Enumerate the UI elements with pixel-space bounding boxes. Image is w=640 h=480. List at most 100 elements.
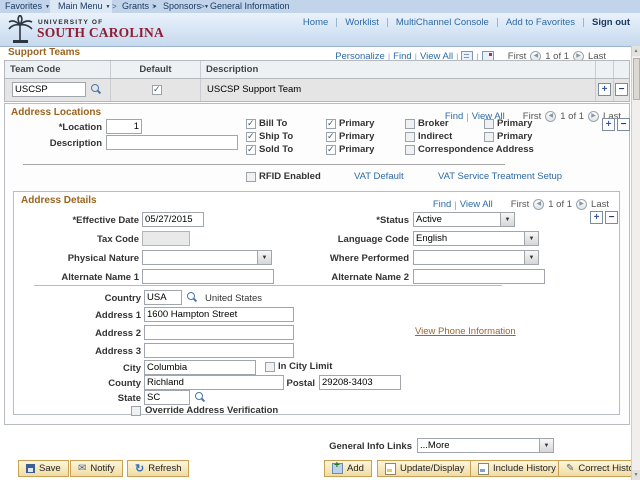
add-location-button[interactable]: + <box>602 118 615 131</box>
bill-primary-checkbox[interactable] <box>326 119 336 129</box>
vat-service-treatment-setup-link[interactable]: VAT Service Treatment Setup <box>438 171 562 182</box>
address2-input[interactable] <box>144 325 294 340</box>
save-label: Save <box>39 463 61 474</box>
view-phone-information-link[interactable]: View Phone Information <box>415 326 516 337</box>
indirect-checkbox[interactable] <box>405 132 415 142</box>
save-button[interactable]: Save <box>18 460 69 477</box>
address-details-title: Address Details <box>21 195 97 206</box>
postal-input[interactable] <box>319 375 401 390</box>
remove-row-button[interactable]: − <box>615 83 628 96</box>
favorites-menu[interactable]: Favorites <box>5 0 50 13</box>
scrollbar-thumb[interactable] <box>633 58 640 100</box>
alternate-name1-label: Alternate Name 1 <box>19 272 139 283</box>
physical-nature-value <box>143 251 257 264</box>
home-link[interactable]: Home <box>303 17 328 28</box>
alternate-name1-input[interactable] <box>142 269 274 284</box>
header-links: Home Worklist MultiChannel Console Add t… <box>303 17 630 28</box>
worklist-link[interactable]: Worklist <box>345 17 379 28</box>
language-code-dropdown[interactable]: English <box>413 231 539 246</box>
bill-to-checkbox[interactable] <box>246 119 256 129</box>
broker-primary-checkbox[interactable] <box>484 119 494 129</box>
general-info-links-dropdown[interactable]: ...More <box>417 438 554 453</box>
scroll-down-arrow-icon[interactable] <box>632 470 640 480</box>
language-code-value: English <box>414 232 524 245</box>
remove-location-button[interactable]: − <box>617 118 630 131</box>
correspondence-address-checkbox[interactable] <box>405 145 415 155</box>
next-page-icon[interactable] <box>588 111 599 122</box>
view-all-link[interactable]: View All <box>460 199 493 210</box>
language-code-label: Language Code <box>289 234 409 245</box>
sign-out-link[interactable]: Sign out <box>592 17 630 28</box>
add-row-button[interactable]: + <box>598 83 611 96</box>
indirect-primary-checkbox[interactable] <box>484 132 494 142</box>
dropdown-arrow-icon[interactable] <box>539 439 553 452</box>
physical-nature-dropdown[interactable] <box>142 250 272 265</box>
prev-page-icon[interactable] <box>533 199 544 210</box>
update-display-button[interactable]: Update/Display <box>377 460 472 477</box>
correct-history-pencil-icon <box>566 463 574 474</box>
country-lookup-magnifier-icon[interactable] <box>187 292 198 303</box>
city-input[interactable] <box>144 360 256 375</box>
next-page-icon[interactable] <box>576 199 587 210</box>
rfid-enabled-label: RFID Enabled <box>259 171 321 182</box>
notify-button[interactable]: Notify <box>70 460 123 477</box>
where-performed-dropdown[interactable] <box>413 250 539 265</box>
remove-address-row-button[interactable]: − <box>605 211 618 224</box>
add-plus-icon <box>332 463 343 474</box>
location-input[interactable] <box>106 119 142 134</box>
dropdown-arrow-icon[interactable] <box>524 232 538 245</box>
override-address-verification-checkbox[interactable] <box>131 406 141 416</box>
main-menu[interactable]: Main Menu <box>58 0 110 13</box>
vertical-scrollbar[interactable] <box>631 46 640 480</box>
dropdown-arrow-icon[interactable] <box>524 251 538 264</box>
status-dropdown[interactable]: Active <box>413 212 515 227</box>
state-input[interactable] <box>144 390 190 405</box>
status-value: Active <box>414 213 500 226</box>
correct-history-button[interactable]: Correct History <box>558 460 640 477</box>
sold-primary-checkbox[interactable] <box>326 145 336 155</box>
country-input[interactable] <box>144 290 182 305</box>
find-link[interactable]: Find <box>433 199 451 210</box>
scroll-up-arrow-icon[interactable] <box>632 46 640 56</box>
breadcrumb-current-page: General Information <box>210 0 290 13</box>
physical-nature-label: Physical Nature <box>19 253 139 264</box>
add-button[interactable]: Add <box>324 460 372 477</box>
ship-primary-checkbox[interactable] <box>326 132 336 142</box>
refresh-button[interactable]: Refresh <box>127 460 189 477</box>
dropdown-arrow-icon[interactable] <box>257 251 271 264</box>
override-address-verification-label: Override Address Verification <box>145 405 278 416</box>
state-lookup-magnifier-icon[interactable] <box>195 392 206 403</box>
location-description-input[interactable] <box>106 135 238 150</box>
multichannel-console-link[interactable]: MultiChannel Console <box>396 17 489 28</box>
row-remove-cell: − <box>614 79 629 101</box>
ship-to-checkbox[interactable] <box>246 132 256 142</box>
address1-input[interactable] <box>144 307 294 322</box>
ship-to-label: Ship To <box>259 131 293 142</box>
notify-envelope-icon <box>78 463 86 474</box>
default-checkbox[interactable] <box>152 85 162 95</box>
sold-to-checkbox[interactable] <box>246 145 256 155</box>
in-city-limit-label: In City Limit <box>278 361 332 372</box>
ship-primary-label: Primary <box>339 131 374 142</box>
column-header-remove <box>614 61 629 78</box>
alternate-name2-input[interactable] <box>413 269 545 284</box>
team-code-input[interactable] <box>12 82 86 97</box>
column-header-team-code: Team Code <box>5 61 111 78</box>
vat-default-link[interactable]: VAT Default <box>354 171 404 182</box>
general-info-links-value: ...More <box>418 439 539 452</box>
team-code-lookup-magnifier-icon[interactable] <box>91 84 102 95</box>
description-cell: USCSP Support Team <box>201 79 596 101</box>
in-city-limit-checkbox[interactable] <box>265 362 275 372</box>
state-label: State <box>43 393 141 404</box>
address3-input[interactable] <box>144 343 294 358</box>
add-to-favorites-link[interactable]: Add to Favorites <box>506 17 575 28</box>
prev-page-icon[interactable] <box>545 111 556 122</box>
include-history-button[interactable]: Include History <box>470 460 564 477</box>
broker-checkbox[interactable] <box>405 119 415 129</box>
effective-date-input[interactable] <box>142 212 204 227</box>
update-display-doc-icon <box>385 463 396 475</box>
indirect-primary-label: Primary <box>497 131 532 142</box>
add-address-row-button[interactable]: + <box>590 211 603 224</box>
dropdown-arrow-icon[interactable] <box>500 213 514 226</box>
rfid-enabled-checkbox[interactable] <box>246 172 256 182</box>
